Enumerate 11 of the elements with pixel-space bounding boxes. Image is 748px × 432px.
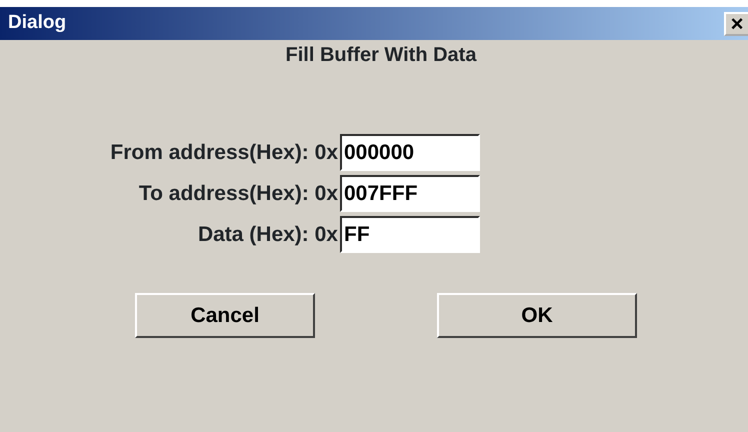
field-label: To address(Hex): 0x <box>138 180 339 207</box>
field-label: Data (Hex): 0x <box>196 222 339 248</box>
field-label: From address(Hex): 0x <box>109 140 339 166</box>
input-field[interactable]: FF <box>340 216 480 253</box>
dialog-heading: Fill Buffer With Data <box>286 43 476 66</box>
input-field[interactable]: 007FFF <box>340 175 480 212</box>
window-title: Dialog <box>8 11 66 36</box>
close-button[interactable]: × <box>724 12 748 36</box>
input-field[interactable]: 000000 <box>340 134 480 171</box>
cancel-button[interactable]: Cancel <box>135 293 315 338</box>
ok-button[interactable]: OK <box>437 293 637 338</box>
